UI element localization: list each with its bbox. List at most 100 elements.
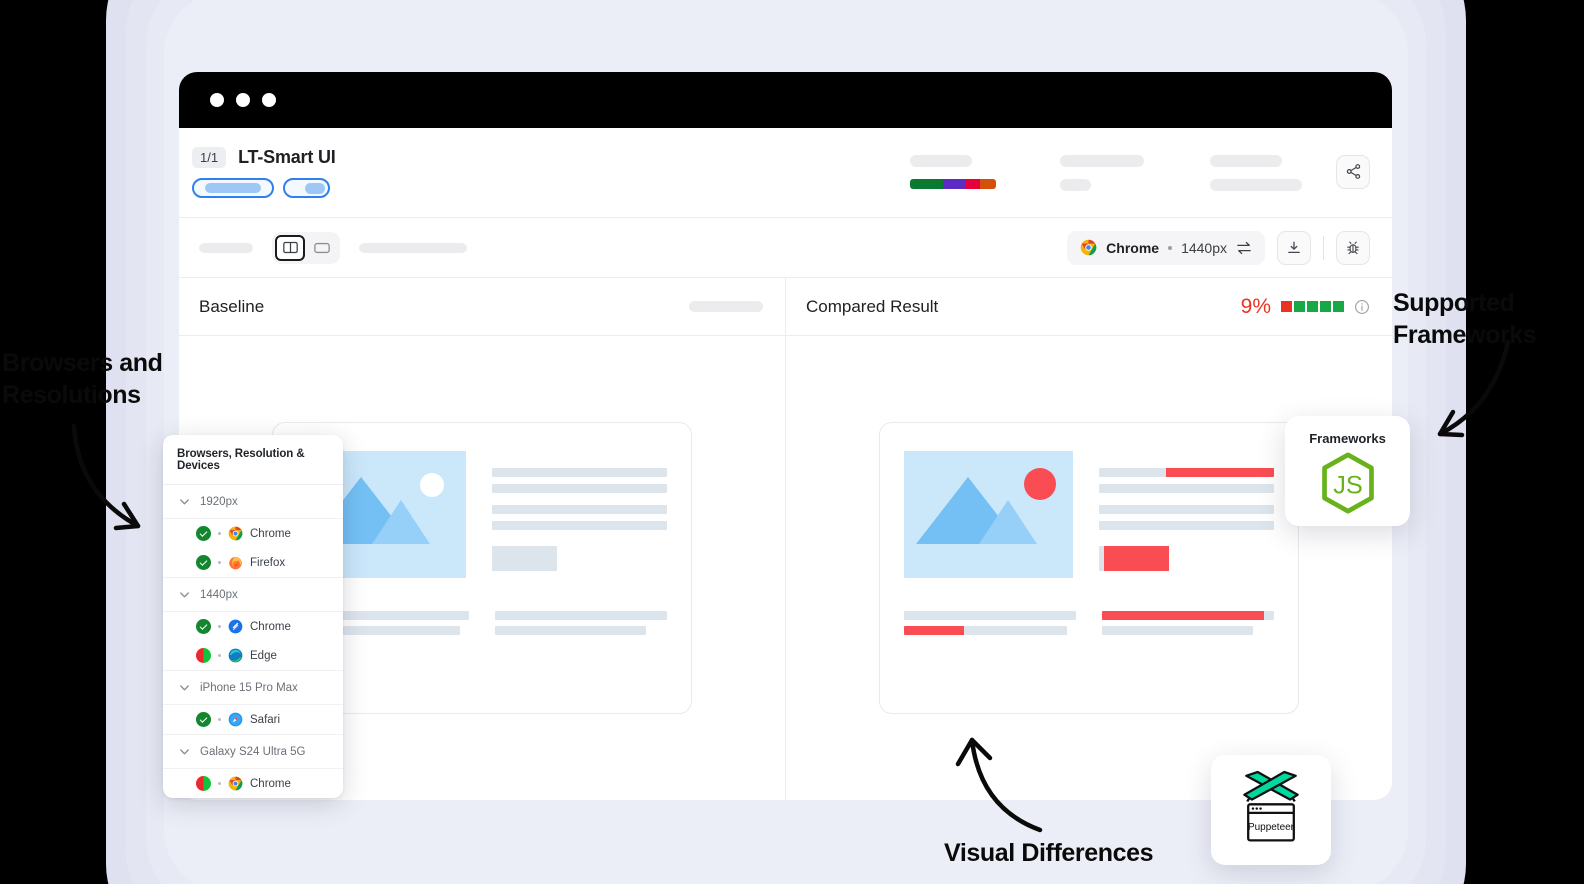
row-separator-dot — [218, 561, 221, 564]
row-separator-dot — [218, 625, 221, 628]
status-ok-icon — [196, 619, 211, 634]
frameworks-card: Frameworks JS — [1285, 416, 1410, 526]
download-button[interactable] — [1277, 230, 1311, 265]
dropdown-group-label: 1440px — [200, 588, 238, 601]
toolbar-label-skeleton — [199, 242, 253, 253]
status-ok-icon — [196, 526, 211, 541]
dropdown-browser-row[interactable]: Chrome — [163, 769, 343, 798]
status-half-icon — [196, 776, 211, 791]
dropdown-group-label: 1920px — [200, 495, 238, 508]
compared-body — [786, 336, 1392, 800]
row-separator-dot — [218, 654, 221, 657]
stat-label-skeleton — [910, 154, 972, 167]
puppeteer-icon: Puppeteer — [1243, 770, 1299, 842]
annotation-visual-line1: Visual Differences — [944, 839, 1154, 867]
browser-name-label: Chrome — [1106, 239, 1160, 256]
diff-indicator: 9% — [1241, 295, 1370, 319]
window-maximize-dot[interactable] — [262, 93, 276, 107]
baseline-title: Baseline — [199, 296, 265, 316]
safari-icon — [228, 712, 243, 727]
dropdown-group-label: iPhone 15 Pro Max — [200, 681, 298, 694]
dropdown-browser-row[interactable]: Firefox — [163, 548, 343, 578]
chevron-down-icon — [180, 685, 189, 691]
stat-value-skeleton-2 — [1060, 178, 1091, 191]
frameworks-card-title: Frameworks — [1309, 431, 1386, 446]
diff-segments — [1281, 301, 1344, 312]
app-toolbar: Chrome 1440px — [179, 218, 1392, 278]
annotation-frameworks-line1: Supported — [1393, 289, 1515, 317]
firefox-icon — [229, 556, 242, 570]
split-view-button[interactable] — [275, 234, 305, 261]
toggle-pill-row — [192, 178, 336, 198]
dropdown-group-header[interactable]: iPhone 15 Pro Max — [163, 671, 343, 705]
compared-text-block — [1099, 451, 1274, 578]
dropdown-browser-row[interactable]: Chrome — [163, 612, 343, 641]
share-icon — [1346, 164, 1360, 179]
annotation-browsers: Browsers and Resolutions — [2, 348, 163, 411]
header-stat-group-2 — [1060, 154, 1210, 191]
toolbar-right: Chrome 1440px — [1067, 230, 1370, 265]
window-titlebar — [179, 72, 1392, 128]
chrome-icon — [1080, 239, 1097, 256]
dropdown-browser-row[interactable]: Edge — [163, 641, 343, 671]
baseline-meta-skeleton — [689, 301, 763, 312]
toolbar-left — [199, 231, 467, 264]
window-close-dot[interactable] — [210, 93, 224, 107]
status-half-icon — [196, 648, 211, 663]
chrome-icon — [228, 776, 243, 791]
single-view-button[interactable] — [307, 235, 337, 261]
compared-pane: Compared Result 9% — [786, 278, 1392, 800]
sun-diff-icon — [1024, 468, 1056, 500]
window-minimize-dot[interactable] — [236, 93, 250, 107]
puppeteer-card: Puppeteer — [1211, 755, 1331, 865]
dropdown-group-header[interactable]: 1920px — [163, 485, 343, 519]
page-count-badge: 1/1 — [192, 147, 227, 168]
compared-hero-image — [904, 451, 1073, 578]
svg-text:Puppeteer: Puppeteer — [1248, 822, 1295, 833]
stat-label-skeleton-2 — [1060, 154, 1144, 167]
dropdown-group-label: Galaxy S24 Ultra 5G — [200, 745, 306, 758]
app-window: 1/1 LT-Smart UI Chrome 1440px Baseline C… — [179, 72, 1392, 800]
single-view-icon — [314, 242, 330, 253]
page-title: LT-Smart UI — [238, 147, 336, 167]
dropdown-browser-row[interactable]: Chrome — [163, 519, 343, 548]
row-separator-dot — [218, 718, 221, 721]
header-left: 1/1 LT-Smart UI — [192, 147, 336, 198]
title-line: 1/1 LT-Smart UI — [192, 147, 336, 168]
info-icon[interactable] — [1354, 299, 1370, 315]
annotation-frameworks-line2: Frameworks — [1393, 320, 1537, 349]
dropdown-title: Browsers, Resolution & Devices — [163, 435, 343, 485]
view-mode-switch — [272, 231, 340, 264]
toggle-switch-primary[interactable] — [192, 178, 274, 198]
chevron-down-icon — [180, 749, 189, 755]
compared-pane-header: Compared Result 9% — [786, 278, 1392, 336]
swap-icon — [1237, 241, 1251, 254]
dropdown-group-header[interactable]: Galaxy S24 Ultra 5G — [163, 735, 343, 769]
header-right — [910, 154, 1370, 191]
status-ok-icon — [196, 712, 211, 727]
baseline-pane-header: Baseline — [179, 278, 785, 336]
dropdown-browser-row[interactable]: Safari — [163, 705, 343, 735]
chrome-icon — [228, 526, 243, 541]
split-view-icon — [282, 241, 298, 254]
dropdown-browser-label: Safari — [250, 713, 281, 726]
baseline-cta-block — [492, 546, 557, 571]
dropdown-browser-label: Chrome — [250, 620, 291, 633]
chip-separator-dot — [1168, 245, 1173, 250]
dropdown-group-header[interactable]: 1440px — [163, 578, 343, 612]
screenshot-stage: 1/1 LT-Smart UI Chrome 1440px Baseline C… — [0, 0, 1584, 884]
compared-mockup — [879, 422, 1299, 714]
share-button[interactable] — [1336, 154, 1370, 189]
stat-value-skeleton-3 — [1210, 178, 1302, 191]
bug-report-button[interactable] — [1336, 230, 1370, 265]
chevron-down-icon — [180, 499, 189, 505]
browser-selector[interactable]: Chrome 1440px — [1067, 230, 1265, 265]
toggle-switch-secondary[interactable] — [283, 178, 330, 198]
annotation-browsers-line1: Browsers and — [2, 349, 163, 377]
download-icon — [1288, 241, 1300, 253]
diff-percent: 9% — [1240, 294, 1271, 318]
row-separator-dot — [218, 532, 221, 535]
browsers-dropdown-panel: Browsers, Resolution & Devices 1920px Chr… — [163, 435, 343, 798]
annotation-frameworks: Supported Frameworks — [1393, 288, 1537, 351]
dropdown-browser-label: Chrome — [250, 777, 291, 790]
